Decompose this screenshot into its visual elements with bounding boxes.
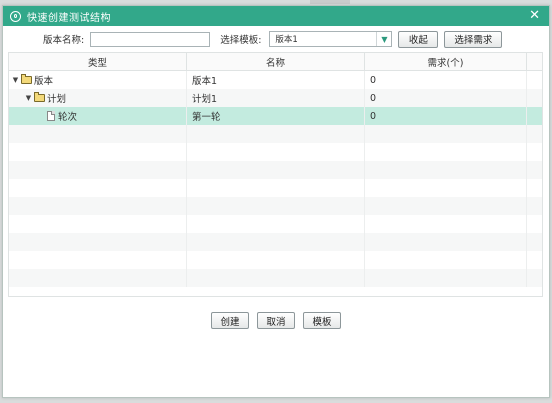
template-select[interactable]: 版本1 ▼ <box>269 31 393 47</box>
empty-cell <box>365 269 527 287</box>
empty-cell <box>9 251 187 269</box>
tree-row[interactable]: ▼ 版本 版本1 0 <box>9 71 542 89</box>
tree-type-label: 计划 <box>47 94 67 105</box>
empty-cell <box>187 143 365 161</box>
empty-cell <box>187 179 365 197</box>
empty-cell <box>9 197 187 215</box>
toolbar: 版本名称: 选择模板: 版本1 ▼ 收起 选择需求 <box>3 26 549 52</box>
tree-type-label: 轮次 <box>58 112 78 123</box>
column-header-name[interactable]: 名称 <box>187 53 365 70</box>
template-label: 选择模板: <box>220 35 262 46</box>
tree-cell-type: ▼ 计划 <box>9 89 187 107</box>
create-test-structure-dialog: 快速创建测试结构 ✕ 版本名称: 选择模板: 版本1 ▼ 收起 选择需求 类型 … <box>2 5 550 398</box>
template-button[interactable]: 模板 <box>303 312 341 329</box>
empty-cell <box>187 161 365 179</box>
empty-row <box>9 233 542 251</box>
template-select-value: 版本1 <box>275 35 298 45</box>
grid-header: 类型 名称 需求(个) <box>9 53 542 71</box>
empty-cell <box>365 143 527 161</box>
empty-row <box>9 179 542 197</box>
empty-cell <box>187 125 365 143</box>
close-icon[interactable]: ✕ <box>529 8 540 24</box>
column-header-type[interactable]: 类型 <box>9 53 187 70</box>
folder-icon <box>21 74 32 84</box>
empty-row <box>9 143 542 161</box>
select-requirements-button[interactable]: 选择需求 <box>444 30 503 48</box>
empty-cell <box>187 233 365 251</box>
empty-row <box>9 269 542 287</box>
empty-cell <box>187 197 365 215</box>
grid-body: ▼ 版本 版本1 0 ▼ 计划 计划1 0 轮次 第一轮 0 <box>9 71 542 287</box>
cancel-button[interactable]: 取消 <box>257 312 295 329</box>
file-icon <box>47 111 55 121</box>
empty-cell <box>365 125 527 143</box>
background-window-fragment <box>310 0 350 4</box>
app-logo-icon <box>10 10 21 22</box>
structure-tree-grid: 类型 名称 需求(个) ▼ 版本 版本1 0 ▼ 计划 计划1 0 轮次 第一轮 0 <box>8 52 543 297</box>
empty-row <box>9 125 542 143</box>
tree-cell-type: 轮次 <box>9 107 187 125</box>
tree-type-label: 版本 <box>34 76 54 87</box>
empty-row <box>9 251 542 269</box>
tree-row[interactable]: ▼ 计划 计划1 0 <box>9 89 542 107</box>
empty-row <box>9 197 542 215</box>
version-name-input[interactable] <box>90 31 211 47</box>
empty-cell <box>365 179 527 197</box>
empty-cell <box>9 179 187 197</box>
empty-cell <box>187 269 365 287</box>
empty-cell <box>9 143 187 161</box>
dialog-footer: 创建 取消 模板 <box>3 312 549 329</box>
empty-row <box>9 161 542 179</box>
dialog-titlebar[interactable]: 快速创建测试结构 ✕ <box>3 6 549 26</box>
folder-icon <box>34 92 45 102</box>
tree-cell-name: 计划1 <box>187 89 365 107</box>
tree-cell-name: 版本1 <box>187 71 365 89</box>
column-header-requirements[interactable]: 需求(个) <box>365 53 527 70</box>
version-name-label: 版本名称: <box>43 35 85 46</box>
empty-cell <box>9 125 187 143</box>
empty-cell <box>187 215 365 233</box>
empty-cell <box>365 251 527 269</box>
empty-cell <box>365 161 527 179</box>
tree-cell-requirements: 0 <box>365 107 527 125</box>
column-header-filler <box>527 53 542 70</box>
empty-cell <box>187 251 365 269</box>
empty-cell <box>365 233 527 251</box>
tree-cell-requirements: 0 <box>365 89 527 107</box>
empty-cell <box>365 197 527 215</box>
empty-row <box>9 215 542 233</box>
create-button[interactable]: 创建 <box>211 312 249 329</box>
dialog-title: 快速创建测试结构 <box>27 12 111 24</box>
tree-cell-requirements: 0 <box>365 71 527 89</box>
empty-cell <box>9 161 187 179</box>
expand-toggle-icon[interactable]: ▼ <box>24 94 33 102</box>
tree-cell-type: ▼ 版本 <box>9 71 187 89</box>
expand-toggle-icon[interactable]: ▼ <box>11 76 20 84</box>
tree-cell-name: 第一轮 <box>187 107 365 125</box>
empty-cell <box>9 233 187 251</box>
empty-cell <box>365 215 527 233</box>
chevron-down-icon[interactable]: ▼ <box>376 32 391 46</box>
empty-cell <box>9 269 187 287</box>
tree-row[interactable]: 轮次 第一轮 0 <box>9 107 542 125</box>
collapse-button[interactable]: 收起 <box>398 30 439 48</box>
empty-cell <box>9 215 187 233</box>
